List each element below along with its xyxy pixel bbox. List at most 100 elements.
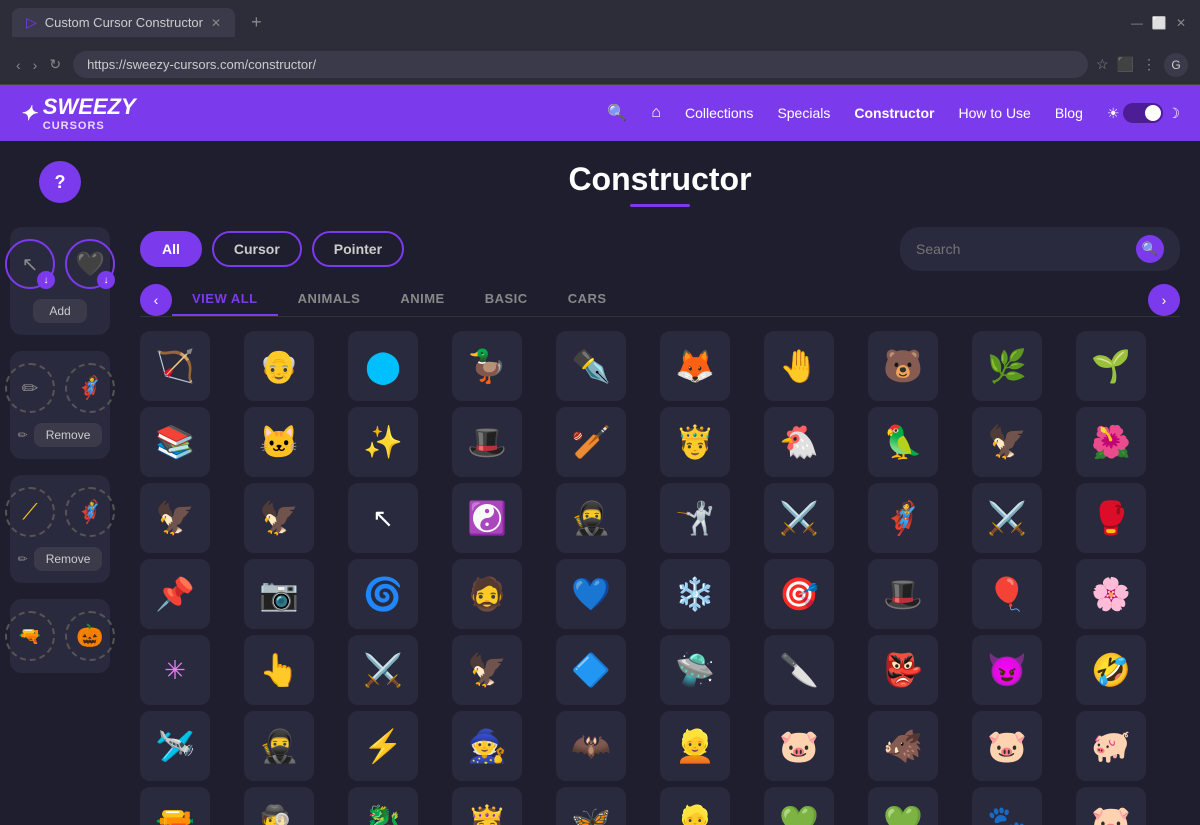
cursor-item[interactable]: ✳: [140, 635, 210, 705]
cursor-item[interactable]: 🦅: [452, 635, 522, 705]
cursor-item[interactable]: 🔫: [140, 787, 210, 825]
nav-how-to-use[interactable]: How to Use: [958, 105, 1030, 121]
search-nav-icon[interactable]: 🔍: [607, 103, 627, 123]
cursor-item[interactable]: 🦇: [556, 711, 626, 781]
cat-tab-cars[interactable]: CARS: [548, 283, 627, 316]
tab-close-btn[interactable]: ✕: [211, 16, 221, 30]
cursor-item[interactable]: 🌿: [972, 331, 1042, 401]
search-submit-btn[interactable]: 🔍: [1136, 235, 1164, 263]
cursor-slot-3-pointer[interactable]: 🦸‍♀️: [65, 487, 115, 537]
cursor-item[interactable]: 🎩: [868, 559, 938, 629]
cursor-item[interactable]: 🧔: [452, 559, 522, 629]
cursor-slot-1-pointer[interactable]: 🖤 ↓: [65, 239, 115, 289]
cursor-item[interactable]: 🛸: [660, 635, 730, 705]
cursor-item[interactable]: 🌱: [1076, 331, 1146, 401]
nav-specials[interactable]: Specials: [777, 105, 830, 121]
cursor-item[interactable]: 👴: [244, 331, 314, 401]
cursor-item[interactable]: 📷: [244, 559, 314, 629]
filter-all-btn[interactable]: All: [140, 231, 202, 267]
cursor-item[interactable]: ↖: [348, 483, 418, 553]
cursor-slot-4-cursor[interactable]: 🔫: [5, 611, 55, 661]
cursor-item[interactable]: 🐉: [348, 787, 418, 825]
cursor-item[interactable]: 😈: [972, 635, 1042, 705]
cursor-item[interactable]: 💚: [868, 787, 938, 825]
cursor-item[interactable]: 💙: [556, 559, 626, 629]
maximize-btn[interactable]: ⬜: [1152, 16, 1166, 30]
cursor-item[interactable]: 📚: [140, 407, 210, 477]
cursor-item[interactable]: 🐔: [764, 407, 834, 477]
cursor-item[interactable]: 👱: [660, 787, 730, 825]
cursor-item[interactable]: 📌: [140, 559, 210, 629]
cursor-item[interactable]: 🧙: [452, 711, 522, 781]
toggle-track[interactable]: [1123, 103, 1163, 123]
browser-tab[interactable]: ▷ Custom Cursor Constructor ✕: [12, 8, 235, 37]
add-button[interactable]: Add: [33, 299, 86, 323]
nav-blog[interactable]: Blog: [1055, 105, 1083, 121]
profile-btn[interactable]: G: [1164, 53, 1188, 77]
cursor-slot-2-pointer[interactable]: 🦸: [65, 363, 115, 413]
cursor-item[interactable]: 🥷: [556, 483, 626, 553]
cursor-item[interactable]: 🤺: [660, 483, 730, 553]
cat-tab-view-all[interactable]: VIEW ALL: [172, 283, 278, 316]
cursor-item[interactable]: 🤣: [1076, 635, 1146, 705]
cursor-item[interactable]: 🦋: [556, 787, 626, 825]
cursor-item[interactable]: 💚: [764, 787, 834, 825]
cursor-item[interactable]: 🌺: [1076, 407, 1146, 477]
remove-button-1[interactable]: Remove: [34, 423, 103, 447]
menu-icon[interactable]: ⋮: [1142, 56, 1156, 73]
cat-next-btn[interactable]: ›: [1148, 284, 1180, 316]
search-input[interactable]: [916, 241, 1128, 257]
cursor-item[interactable]: 🥷: [244, 711, 314, 781]
cursor-item[interactable]: ✨: [348, 407, 418, 477]
cursor-item[interactable]: 👺: [868, 635, 938, 705]
cursor-item[interactable]: 🏹: [140, 331, 210, 401]
cursor-item[interactable]: 🦅: [140, 483, 210, 553]
cursor-item[interactable]: 🦸: [868, 483, 938, 553]
cursor-item[interactable]: 🦆: [452, 331, 522, 401]
remove-button-2[interactable]: Remove: [34, 547, 103, 571]
minimize-btn[interactable]: —: [1130, 16, 1144, 30]
cursor-slot-1-cursor[interactable]: ↖ ↓: [5, 239, 55, 289]
theme-toggle[interactable]: ☀ ☽: [1107, 103, 1180, 123]
nav-collections[interactable]: Collections: [685, 105, 753, 121]
cursor-item[interactable]: 🌀: [348, 559, 418, 629]
filter-pointer-btn[interactable]: Pointer: [312, 231, 404, 267]
cursor-item[interactable]: 🤴: [660, 407, 730, 477]
cursor-item[interactable]: 🔷: [556, 635, 626, 705]
reload-btn[interactable]: ↻: [45, 54, 65, 75]
cursor-item[interactable]: 🎩: [452, 407, 522, 477]
cursor-item[interactable]: 🦊: [660, 331, 730, 401]
cursor-item[interactable]: 🐷: [972, 711, 1042, 781]
cursor-item[interactable]: 🕵️: [244, 787, 314, 825]
cursor-item[interactable]: ✒️: [556, 331, 626, 401]
cursor-item[interactable]: 🎯: [764, 559, 834, 629]
cat-tab-animals[interactable]: ANIMALS: [278, 283, 381, 316]
cat-tab-basic[interactable]: BASIC: [465, 283, 548, 316]
cursor-item[interactable]: ☯️: [452, 483, 522, 553]
cursor-item[interactable]: ⚔️: [764, 483, 834, 553]
cursor-item[interactable]: 🦅: [244, 483, 314, 553]
cursor-item[interactable]: 🎈: [972, 559, 1042, 629]
cursor-slot-2-cursor[interactable]: ✏: [5, 363, 55, 413]
nav-constructor[interactable]: Constructor: [854, 105, 934, 121]
cursor-item[interactable]: 🐻: [868, 331, 938, 401]
cursor-item[interactable]: 👸: [452, 787, 522, 825]
cursor-slot-4-pointer[interactable]: 🎃: [65, 611, 115, 661]
edit-icon-1[interactable]: ✏: [18, 428, 28, 442]
cursor-item[interactable]: 🐖: [1076, 711, 1146, 781]
filter-cursor-btn[interactable]: Cursor: [212, 231, 302, 267]
slot-1-download-icon[interactable]: ↓: [37, 271, 55, 289]
cursor-item[interactable]: ⬤: [348, 331, 418, 401]
cursor-item[interactable]: 🐾: [972, 787, 1042, 825]
extensions-icon[interactable]: ⬛: [1117, 56, 1134, 73]
help-button[interactable]: ?: [39, 161, 81, 203]
cat-tab-anime[interactable]: ANIME: [380, 283, 464, 316]
cursor-item[interactable]: 👱: [660, 711, 730, 781]
cursor-item[interactable]: ⚡: [348, 711, 418, 781]
cursor-item[interactable]: ⚔️: [348, 635, 418, 705]
cursor-item[interactable]: 🌸: [1076, 559, 1146, 629]
edit-icon-2[interactable]: ✏: [18, 552, 28, 566]
cursor-item[interactable]: 🦜: [868, 407, 938, 477]
cursor-item[interactable]: 🐷: [764, 711, 834, 781]
cursor-item[interactable]: 🦅: [972, 407, 1042, 477]
